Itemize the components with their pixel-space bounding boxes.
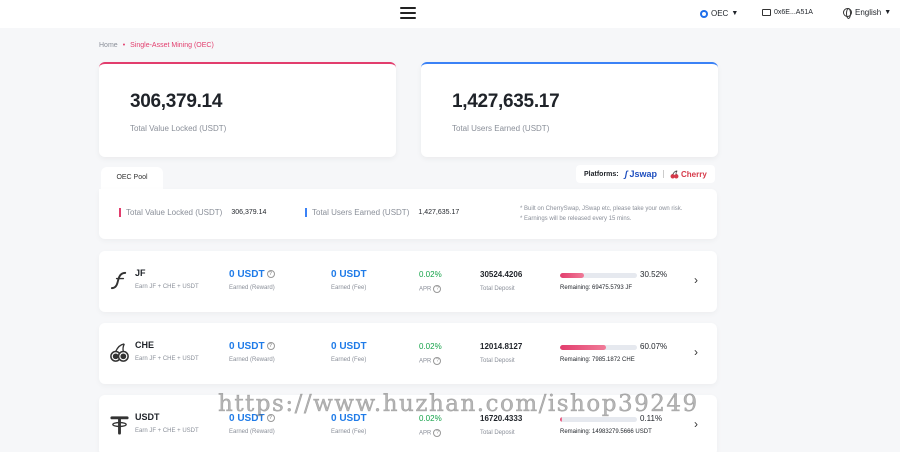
info-icon[interactable]: ?: [266, 342, 275, 351]
wallet-button[interactable]: 0x6E...A51A: [762, 9, 813, 16]
info-icon[interactable]: ?: [266, 270, 275, 279]
breadcrumb: Home • Single-Asset Mining (OEC): [99, 42, 214, 49]
reward-label: Earned (Reward): [229, 357, 275, 363]
pool-summary: Total Value Locked (USDT) 306,379.14 Tot…: [99, 189, 717, 239]
note-earnings: * Earnings will be released every 15 min…: [520, 216, 632, 222]
jswap-icon: ʃ: [624, 169, 628, 179]
total-deposit: 30524.4206: [480, 270, 523, 279]
oec-network-icon: [700, 9, 708, 18]
total-deposit-label: Total Deposit: [480, 358, 515, 364]
tab-oec-pool[interactable]: OEC Pool: [101, 167, 163, 189]
platforms-bar: Platforms: ʃ Jswap Cherry: [576, 165, 715, 183]
chevron-right-icon[interactable]: ›: [694, 345, 698, 359]
deposit-progress: [560, 273, 637, 278]
globe-icon: [843, 8, 852, 19]
language-label: English: [855, 8, 882, 17]
cherry-link[interactable]: Cherry: [670, 170, 707, 179]
total-deposit-label: Total Deposit: [480, 286, 515, 292]
chevron-down-icon: ▼: [731, 10, 739, 17]
apr-label: APR?: [419, 357, 442, 365]
earned-label: Total Users Earned (USDT): [452, 124, 550, 133]
summary-tvl: Total Value Locked (USDT) 306,379.14: [119, 208, 266, 217]
jswap-link[interactable]: ʃ Jswap: [625, 169, 657, 179]
platforms-label: Platforms:: [584, 170, 619, 178]
apr-value: 0.02%: [419, 342, 442, 351]
tether-icon: [110, 416, 129, 435]
total-deposit-label: Total Deposit: [480, 430, 515, 436]
pool-earn: Earn JF + CHE + USDT: [135, 356, 199, 362]
fee-label: Earned (Fee): [331, 285, 367, 291]
pool-earn: Earn JF + CHE + USDT: [135, 428, 199, 434]
pool-earn: Earn JF + CHE + USDT: [135, 284, 199, 290]
reward-amount: 0 USDT?: [229, 269, 275, 280]
apr-label: APR?: [419, 429, 442, 437]
pool-row-jf[interactable]: JF Earn JF + CHE + USDT 0 USDT? Earned (…: [99, 251, 717, 312]
pool-name: USDT: [135, 412, 160, 422]
breadcrumb-current: Single-Asset Mining (OEC): [130, 42, 214, 49]
summary-tvl-label: Total Value Locked (USDT): [126, 208, 223, 217]
watermark: https://www.huzhan.com/ishop39249: [218, 391, 699, 418]
jf-icon: [110, 271, 127, 290]
total-deposit: 12014.8127: [480, 342, 523, 351]
language-selector[interactable]: English ▼: [843, 8, 892, 19]
network-label: OEC: [711, 9, 729, 18]
apr-value: 0.02%: [419, 270, 442, 279]
progress-fill: [560, 345, 607, 350]
top-bar: OEC ▼ 0x6E...A51A English ▼: [0, 0, 900, 28]
note-risk: * Built on CherrySwap, JSwap etc, please…: [520, 206, 683, 212]
apr-label: APR?: [419, 285, 442, 293]
reward-amount: 0 USDT?: [229, 341, 275, 352]
tvl-value: 306,379.14: [130, 91, 223, 112]
info-icon[interactable]: ?: [433, 357, 442, 365]
remaining: Remaining: 7985.1872 CHE: [560, 357, 635, 363]
earned-marker: [305, 208, 307, 217]
cherry-icon: [670, 170, 679, 178]
chevron-right-icon[interactable]: ›: [694, 273, 698, 287]
divider: [663, 170, 665, 178]
wallet-address: 0x6E...A51A: [774, 9, 813, 16]
pool-row-che[interactable]: CHE Earn JF + CHE + USDT 0 USDT? Earned …: [99, 323, 717, 384]
tvl-card: 306,379.14 Total Value Locked (USDT): [99, 62, 396, 157]
breadcrumb-home[interactable]: Home: [99, 42, 118, 49]
tvl-label: Total Value Locked (USDT): [130, 124, 227, 133]
deposit-progress: [560, 417, 637, 422]
breadcrumb-separator: •: [122, 42, 126, 49]
fee-label: Earned (Fee): [331, 429, 367, 435]
info-icon[interactable]: ?: [433, 285, 442, 293]
summary-earned-value: 1,427,635.17: [418, 209, 460, 216]
info-icon[interactable]: ?: [433, 429, 442, 437]
progress-percent: 30.52%: [640, 270, 668, 279]
wallet-icon: [762, 9, 771, 16]
pool-name: CHE: [135, 340, 155, 350]
fee-label: Earned (Fee): [331, 357, 367, 363]
reward-label: Earned (Reward): [229, 285, 275, 291]
progress-fill: [560, 417, 562, 422]
summary-earned: Total Users Earned (USDT) 1,427,635.17: [305, 208, 459, 217]
cherry-label: Cherry: [681, 169, 707, 179]
remaining: Remaining: 14983279.5666 USDT: [560, 429, 652, 435]
chevron-down-icon: ▼: [884, 9, 892, 16]
progress-percent: 60.07%: [640, 342, 668, 351]
progress-fill: [560, 273, 584, 278]
earned-card: 1,427,635.17 Total Users Earned (USDT): [421, 62, 718, 157]
summary-earned-label: Total Users Earned (USDT): [312, 208, 410, 217]
cherry-icon: [110, 343, 129, 362]
deposit-progress: [560, 345, 637, 350]
earned-value: 1,427,635.17: [452, 91, 560, 112]
fee-amount: 0 USDT: [331, 341, 367, 352]
reward-label: Earned (Reward): [229, 429, 275, 435]
fee-amount: 0 USDT: [331, 269, 367, 280]
summary-tvl-value: 306,379.14: [231, 209, 267, 216]
tvl-marker: [119, 208, 121, 217]
menu-icon[interactable]: [400, 7, 416, 19]
chevron-right-icon[interactable]: ›: [694, 417, 698, 431]
jswap-label: Jswap: [629, 169, 658, 179]
network-selector[interactable]: OEC ▼: [700, 9, 738, 18]
pool-notes: * Built on CherrySwap, JSwap etc, please…: [520, 204, 682, 224]
pool-name: JF: [135, 268, 146, 278]
remaining: Remaining: 69475.5793 JF: [560, 285, 633, 291]
